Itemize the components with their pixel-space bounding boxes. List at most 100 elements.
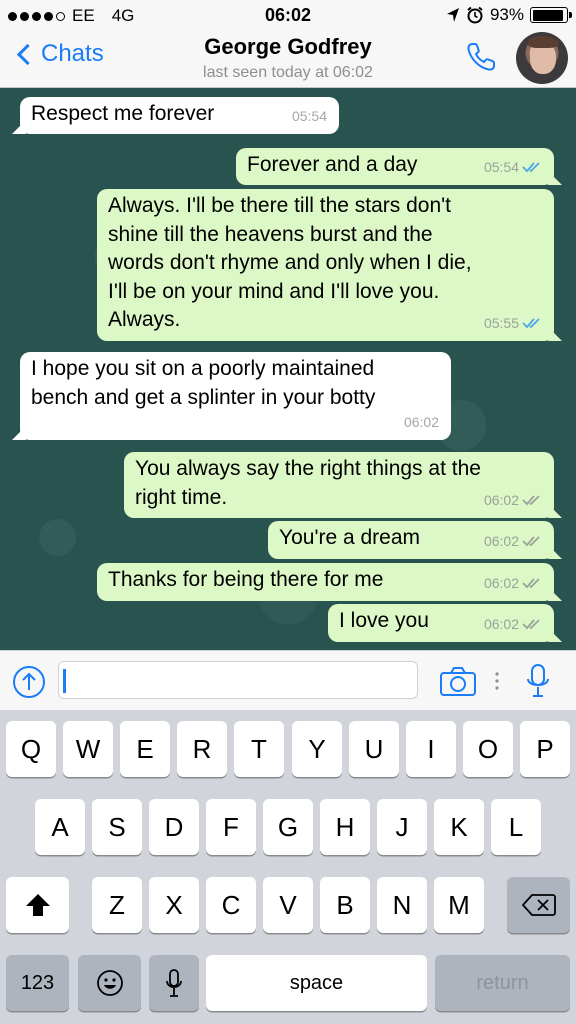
message-time: 06:02	[483, 574, 519, 591]
keyboard: Q W E R T Y U I O P A S D F G H J K L Z …	[0, 710, 576, 1024]
message-time: 05:54	[291, 107, 327, 124]
key-b[interactable]: B	[320, 877, 370, 933]
message-bubble-incoming[interactable]: I hope you sit on a poorly maintained be…	[20, 352, 451, 440]
message-time: 06:02	[483, 491, 519, 508]
key-p[interactable]: P	[520, 721, 570, 777]
space-key[interactable]: space	[206, 955, 427, 1011]
alarm-clock-icon	[467, 6, 483, 24]
phone-call-icon[interactable]	[464, 40, 498, 74]
key-o[interactable]: O	[463, 721, 513, 777]
backspace-icon	[521, 894, 556, 916]
key-w[interactable]: W	[63, 721, 113, 777]
dictation-key[interactable]	[149, 955, 199, 1011]
key-t[interactable]: T	[234, 721, 284, 777]
emoji-smiley-icon	[96, 970, 123, 996]
message-meta: 05:54	[484, 153, 542, 182]
double-tick-delivered-icon	[522, 619, 540, 630]
status-bar: EE 4G 06:02 93%	[0, 0, 576, 30]
double-tick-delivered-icon	[522, 495, 540, 506]
avatar-hair	[528, 36, 558, 48]
message-meta: 06:02	[484, 486, 542, 515]
key-c[interactable]: C	[206, 877, 256, 933]
message-time: 05:54	[483, 158, 519, 175]
emoji-key[interactable]	[78, 955, 141, 1011]
message-bubble-outgoing[interactable]: You always say the right things at the r…	[124, 452, 554, 518]
message-input[interactable]	[58, 661, 418, 699]
message-text: You're a dream	[279, 526, 420, 549]
message-time: 06:02	[403, 413, 439, 430]
key-l[interactable]: L	[491, 799, 541, 855]
message-time: 06:02	[483, 615, 519, 632]
key-d[interactable]: D	[149, 799, 199, 855]
message-bubble-outgoing[interactable]: You're a dream 06:02	[268, 521, 554, 559]
numbers-key[interactable]: 123	[6, 955, 69, 1011]
key-r[interactable]: R	[177, 721, 227, 777]
message-list[interactable]: Respect me forever 05:54 Forever and a d…	[0, 88, 576, 650]
message-line: I'll be on your mind and I'll love you.	[108, 279, 440, 303]
shift-arrow-icon	[25, 894, 50, 916]
message-time: 05:55	[483, 314, 519, 331]
message-bubble-outgoing[interactable]: Thanks for being there for me 06:02	[97, 563, 554, 601]
key-v[interactable]: V	[263, 877, 313, 933]
microphone-icon[interactable]	[526, 663, 550, 699]
key-y[interactable]: Y	[292, 721, 342, 777]
double-tick-read-icon	[522, 162, 540, 173]
message-meta: 06:02	[484, 610, 542, 639]
microphone-icon	[166, 969, 182, 997]
message-bubble-outgoing[interactable]: I love you 06:02	[328, 604, 554, 642]
message-meta: 05:54	[292, 102, 327, 131]
key-j[interactable]: J	[377, 799, 427, 855]
message-text: I love you	[339, 609, 429, 632]
message-text: Thanks for being there for me	[108, 568, 384, 591]
key-g[interactable]: G	[263, 799, 313, 855]
key-f[interactable]: F	[206, 799, 256, 855]
message-text: Respect me forever	[31, 102, 215, 125]
key-u[interactable]: U	[349, 721, 399, 777]
backspace-key[interactable]	[507, 877, 570, 933]
message-bubble-outgoing[interactable]: Always. I'll be there till the stars don…	[97, 189, 554, 341]
key-e[interactable]: E	[120, 721, 170, 777]
message-line: right time.	[135, 485, 228, 509]
battery-fill	[532, 9, 564, 21]
message-meta: 05:55	[484, 309, 542, 338]
message-line: I hope you sit on a poorly maintained	[31, 357, 375, 380]
message-meta: 06:02	[404, 408, 439, 437]
message-composer	[0, 650, 576, 710]
message-line: You always say the right things at the	[135, 457, 481, 480]
message-bubble-incoming[interactable]: Respect me forever 05:54	[20, 97, 339, 134]
message-line: words don't rhyme and only when I die,	[108, 251, 472, 274]
contact-avatar[interactable]	[516, 32, 568, 84]
battery-icon	[530, 7, 572, 23]
attach-upload-icon[interactable]	[12, 665, 46, 699]
text-caret	[63, 669, 66, 693]
key-s[interactable]: S	[92, 799, 142, 855]
battery-percentage: 93%	[489, 5, 524, 24]
key-i[interactable]: I	[406, 721, 456, 777]
key-m[interactable]: M	[434, 877, 484, 933]
more-dots-icon	[495, 672, 499, 690]
return-key[interactable]: return	[435, 955, 570, 1011]
status-right: 93%	[446, 5, 572, 25]
key-k[interactable]: K	[434, 799, 484, 855]
chat-header: Chats George Godfrey last seen today at …	[0, 30, 576, 88]
double-tick-delivered-icon	[522, 578, 540, 589]
shift-key[interactable]	[6, 877, 69, 933]
camera-icon[interactable]	[439, 665, 477, 697]
double-tick-read-icon	[522, 318, 540, 329]
key-z[interactable]: Z	[92, 877, 142, 933]
key-n[interactable]: N	[377, 877, 427, 933]
message-meta: 06:02	[484, 527, 542, 556]
key-q[interactable]: Q	[6, 721, 56, 777]
key-h[interactable]: H	[320, 799, 370, 855]
message-meta: 06:02	[484, 569, 542, 598]
message-time: 06:02	[483, 532, 519, 549]
message-line: Always.	[108, 308, 181, 331]
key-a[interactable]: A	[35, 799, 85, 855]
location-arrow-icon	[446, 8, 459, 22]
message-line: Always. I'll be there till the stars don…	[108, 194, 452, 217]
key-x[interactable]: X	[149, 877, 199, 933]
message-line: bench and get a splinter in your botty	[31, 385, 376, 409]
double-tick-delivered-icon	[522, 536, 540, 547]
message-bubble-outgoing[interactable]: Forever and a day 05:54	[236, 148, 554, 185]
message-text: Forever and a day	[247, 153, 418, 176]
